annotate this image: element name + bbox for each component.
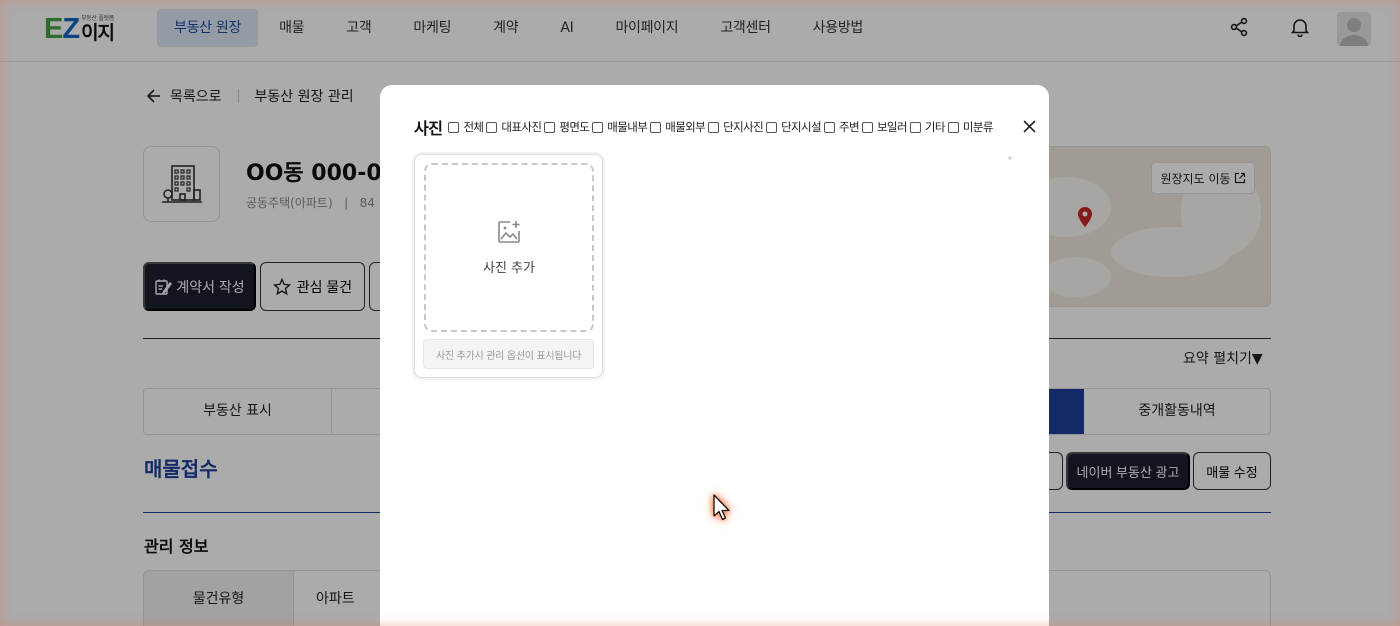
modal-header: 사진 전체 대표사진 평면도 매물내부 매물외부 단지사진 단지시설 주변 보일… xyxy=(414,115,996,139)
filter-complex-photo[interactable]: 단지사진 xyxy=(708,119,764,135)
filter-unclassified[interactable]: 미분류 xyxy=(947,119,993,135)
modal-title: 사진 xyxy=(414,119,443,138)
filter-checkbox[interactable] xyxy=(448,121,460,133)
filter-checkbox[interactable] xyxy=(823,121,835,133)
filter-complex-facility[interactable]: 단지시설 xyxy=(766,119,822,135)
close-icon[interactable] xyxy=(1021,118,1037,134)
filter-checkbox[interactable] xyxy=(544,121,556,133)
filter-checkbox[interactable] xyxy=(650,121,662,133)
filter-checkbox[interactable] xyxy=(861,121,873,133)
filter-exterior[interactable]: 매물외부 xyxy=(650,119,706,135)
add-photo-label: 사진 추가 xyxy=(483,261,535,276)
scrollbar-indicator[interactable] xyxy=(1008,156,1012,160)
filter-checkbox[interactable] xyxy=(708,121,720,133)
filter-floor-plan[interactable]: 평면도 xyxy=(544,119,590,135)
filter-other[interactable]: 기타 xyxy=(909,119,945,135)
filter-surroundings[interactable]: 주변 xyxy=(823,119,860,135)
upload-hint: 사진 추가시 관리 옵션이 표시됩니다 xyxy=(423,339,594,369)
filter-all[interactable]: 전체 xyxy=(448,119,484,135)
mouse-cursor-icon xyxy=(713,494,730,521)
filter-checkbox[interactable] xyxy=(909,121,921,133)
filter-interior[interactable]: 매물내부 xyxy=(592,119,648,135)
add-image-icon xyxy=(498,221,520,243)
filter-checkbox[interactable] xyxy=(947,121,959,133)
filter-main-photo[interactable]: 대표사진 xyxy=(486,119,542,135)
add-photo-dropzone[interactable]: 사진 추가 xyxy=(424,163,594,332)
filter-checkbox[interactable] xyxy=(486,121,498,133)
filter-boiler[interactable]: 보일러 xyxy=(861,119,908,135)
filter-checkbox[interactable] xyxy=(766,121,778,133)
photo-upload-card: 사진 추가 사진 추가시 관리 옵션이 표시됩니다 xyxy=(414,154,603,378)
filter-checkbox[interactable] xyxy=(592,121,604,133)
photo-modal: 사진 전체 대표사진 평면도 매물내부 매물외부 단지사진 단지시설 주변 보일… xyxy=(380,85,1049,626)
